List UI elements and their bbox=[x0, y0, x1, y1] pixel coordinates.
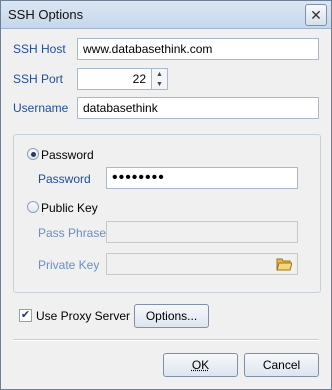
password-option-label[interactable]: Password bbox=[41, 148, 94, 162]
check-icon: ✔ bbox=[20, 309, 31, 321]
password-input[interactable]: •••••••• bbox=[106, 167, 298, 189]
pass-phrase-input[interactable] bbox=[106, 221, 298, 243]
ssh-port-label: SSH Port bbox=[13, 72, 64, 86]
pass-phrase-label: Pass Phrase bbox=[38, 226, 107, 240]
ssh-host-label: SSH Host bbox=[13, 42, 66, 56]
proxy-options-button[interactable]: Options... bbox=[134, 304, 209, 328]
public-key-radio[interactable] bbox=[27, 201, 39, 213]
window-title: SSH Options bbox=[8, 7, 84, 22]
spin-up-icon[interactable]: ▲ bbox=[152, 69, 167, 79]
title-bar: SSH Options ✕ bbox=[1, 1, 331, 29]
username-input[interactable]: databasethink bbox=[77, 97, 319, 119]
ssh-port-input[interactable]: 22 bbox=[77, 68, 152, 90]
username-label: Username bbox=[13, 101, 69, 115]
ok-button-label: OK bbox=[191, 358, 210, 372]
separator bbox=[13, 339, 319, 341]
private-key-label: Private Key bbox=[38, 258, 100, 272]
ssh-port-spinner[interactable]: ▲ ▼ bbox=[151, 68, 168, 90]
public-key-option-label[interactable]: Public Key bbox=[41, 201, 98, 215]
spin-down-icon[interactable]: ▼ bbox=[152, 79, 167, 89]
close-button[interactable]: ✕ bbox=[305, 4, 327, 26]
use-proxy-checkbox[interactable]: ✔ bbox=[19, 309, 32, 322]
password-radio[interactable] bbox=[27, 148, 39, 160]
ssh-host-input[interactable]: www.databasethink.com bbox=[77, 38, 319, 60]
private-key-input[interactable] bbox=[106, 253, 298, 275]
ok-button[interactable]: OK bbox=[163, 353, 238, 377]
cancel-button[interactable]: Cancel bbox=[244, 353, 319, 377]
use-proxy-label[interactable]: Use Proxy Server bbox=[36, 309, 130, 323]
close-icon: ✕ bbox=[310, 6, 322, 23]
ssh-options-dialog: SSH Options ✕ SSH Host www.databasethink… bbox=[0, 0, 332, 390]
password-label: Password bbox=[38, 172, 91, 186]
folder-open-icon[interactable] bbox=[276, 257, 292, 271]
